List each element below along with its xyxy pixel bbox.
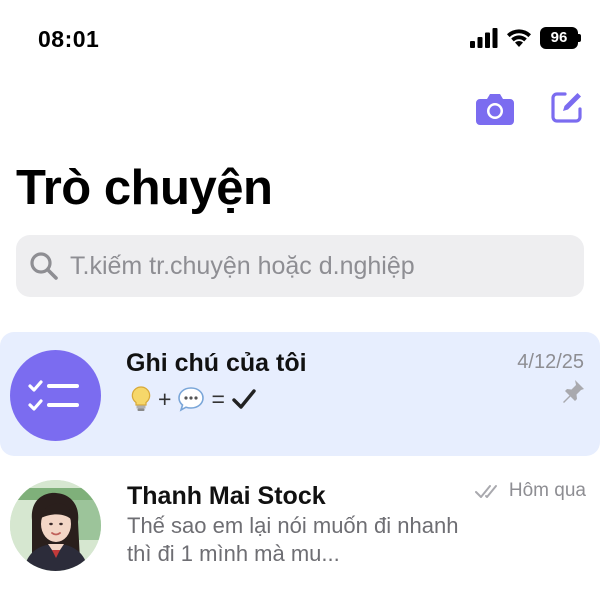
wifi-icon bbox=[507, 29, 531, 47]
battery-tip bbox=[578, 34, 581, 42]
conversation-preview: + = bbox=[130, 384, 257, 414]
checkmark-icon bbox=[232, 389, 256, 409]
profile-photo bbox=[10, 480, 101, 571]
checklist-icon bbox=[28, 380, 79, 411]
conversation-date: 4/12/25 bbox=[517, 351, 584, 373]
preview-plus: + bbox=[158, 385, 172, 412]
conversation-preview: Thế sao em lại nói muốn đi nhanh thì đi … bbox=[127, 513, 459, 566]
preview-equals: = bbox=[211, 385, 225, 412]
avatar bbox=[10, 480, 101, 571]
search-input[interactable] bbox=[70, 248, 570, 284]
status-bar: 08:01 96 bbox=[0, 0, 600, 80]
compose-icon[interactable] bbox=[550, 90, 584, 124]
notes-avatar bbox=[10, 350, 101, 441]
cellular-signal-icon bbox=[470, 28, 498, 48]
conversation-row-thanh-mai-stock[interactable]: Thanh Mai Stock Thế sao em lại nói muốn … bbox=[0, 466, 600, 600]
pin-icon bbox=[563, 380, 584, 403]
speech-bubble-icon bbox=[178, 387, 205, 412]
status-time: 08:01 bbox=[38, 26, 100, 52]
conversation-name: Thanh Mai Stock bbox=[127, 482, 326, 510]
battery-indicator: 96 bbox=[540, 27, 578, 49]
conversation-date: Hôm qua bbox=[508, 480, 586, 501]
search-icon bbox=[30, 252, 58, 280]
conversation-name: Ghi chú của tôi bbox=[126, 349, 307, 377]
conversation-row-my-notes[interactable]: Ghi chú của tôi + = 4/12/25 bbox=[0, 332, 600, 456]
double-check-icon bbox=[474, 485, 497, 498]
conversation-meta: Hôm qua bbox=[474, 480, 586, 502]
page-title: Trò chuyện bbox=[16, 161, 273, 215]
camera-icon[interactable] bbox=[476, 91, 514, 125]
lightbulb-icon bbox=[131, 386, 151, 411]
search-bar[interactable] bbox=[16, 235, 584, 297]
